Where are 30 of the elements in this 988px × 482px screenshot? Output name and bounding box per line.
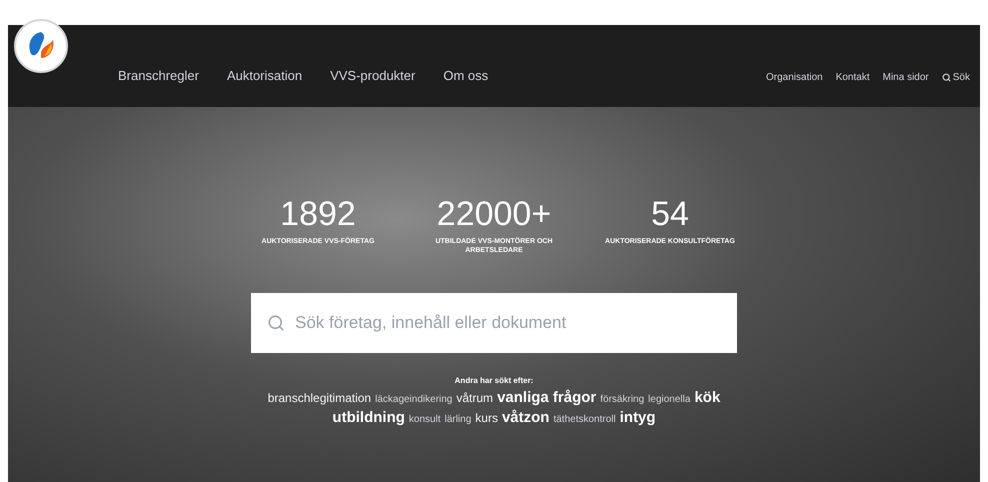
search-tag[interactable]: kök: [694, 389, 720, 407]
search-tag[interactable]: lärling: [444, 411, 472, 429]
nav-link[interactable]: Organisation: [766, 70, 823, 85]
nav-link[interactable]: Mina sidor: [882, 70, 929, 85]
search-link[interactable]: Sök: [942, 70, 970, 85]
search-tag[interactable]: intyg: [620, 409, 656, 427]
search-tag[interactable]: kurs: [475, 409, 498, 427]
search-tag[interactable]: legionella: [648, 391, 690, 409]
stat-number: 22000+: [436, 197, 552, 231]
popular-heading: Andra har sökt efter:: [454, 375, 534, 387]
search-tag[interactable]: läckageindikering: [375, 391, 452, 409]
stat-number: 1892: [280, 197, 356, 231]
search-field[interactable]: Sök företag, innehåll eller dokument: [251, 293, 737, 353]
nav-link[interactable]: Om oss: [443, 66, 488, 85]
search-tag[interactable]: försäkring: [600, 391, 644, 409]
search-tag[interactable]: våtzon: [502, 409, 550, 427]
search-tag[interactable]: utbildning: [332, 409, 405, 427]
nav-link[interactable]: Kontakt: [836, 70, 870, 85]
search-tag[interactable]: täthetskontroll: [553, 411, 616, 429]
search-tag[interactable]: våtrum: [456, 389, 494, 407]
search-tag[interactable]: konsult: [408, 411, 441, 429]
stat-number: 54: [651, 197, 689, 231]
search-icon: [942, 73, 951, 82]
search-tag[interactable]: vanliga frågor: [497, 389, 596, 407]
nav-link[interactable]: Auktorisation: [226, 66, 302, 85]
search-icon: [267, 314, 285, 332]
search-tag[interactable]: branschlegitimation: [268, 389, 372, 407]
nav-link[interactable]: Branschregler: [118, 66, 199, 85]
logo-icon[interactable]: [14, 19, 68, 73]
nav-link[interactable]: VVS-produkter: [330, 66, 416, 85]
